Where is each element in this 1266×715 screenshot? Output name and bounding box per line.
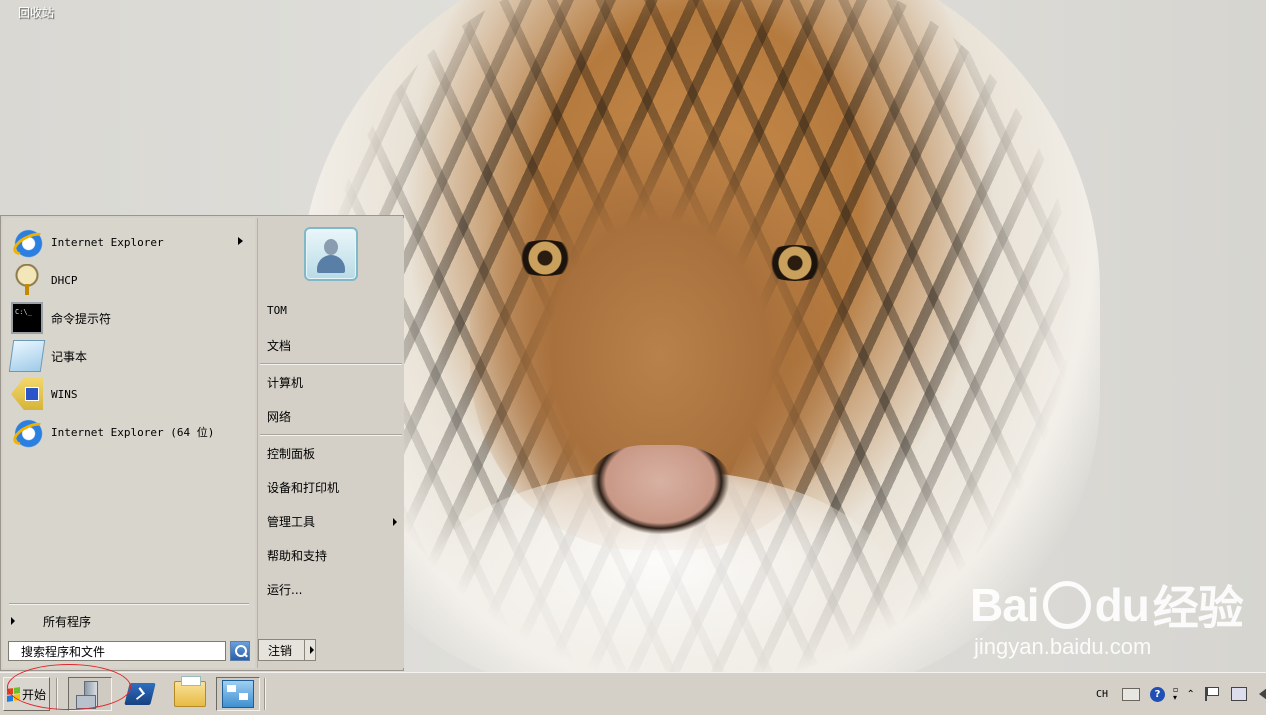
watermark-text-du: du <box>1094 579 1150 631</box>
start-menu: Internet Explorer DHCP 命令提示符 记事本 WINS In… <box>0 215 404 671</box>
places-divider <box>260 434 402 436</box>
submenu-arrow-icon <box>393 518 397 526</box>
devices-printers-link[interactable]: 设备和打印机 <box>267 479 339 496</box>
network-icon[interactable] <box>1230 687 1247 701</box>
logoff-button[interactable]: 注销 <box>258 639 316 661</box>
start-menu-programs-pane: Internet Explorer DHCP 命令提示符 记事本 WINS In… <box>3 218 255 668</box>
program-label: Internet Explorer (64 位) <box>51 426 215 439</box>
program-item-dhcp[interactable]: DHCP <box>11 263 247 297</box>
control-panel-icon <box>222 680 254 708</box>
network-link[interactable]: 网络 <box>267 408 291 425</box>
expand-arrow-icon <box>11 617 15 625</box>
powershell-icon <box>124 683 156 705</box>
program-label: 命令提示符 <box>51 311 112 326</box>
submenu-arrow-icon <box>238 237 243 245</box>
taskbar-powershell[interactable] <box>118 677 162 711</box>
wallpaper-eye-right <box>760 245 830 281</box>
wins-icon <box>11 378 43 410</box>
start-button[interactable]: 开始 <box>3 677 50 711</box>
control-panel-link[interactable]: 控制面板 <box>267 445 315 462</box>
user-folder-link[interactable]: TOM <box>267 304 287 317</box>
computer-link[interactable]: 计算机 <box>267 374 303 391</box>
explorer-folder-icon <box>174 676 206 707</box>
program-item-command-prompt[interactable]: 命令提示符 <box>11 301 247 335</box>
command-prompt-icon <box>11 302 43 334</box>
search-icon[interactable] <box>230 641 250 661</box>
documents-link[interactable]: 文档 <box>267 337 291 354</box>
taskbar-explorer[interactable] <box>168 676 212 711</box>
help-icon[interactable]: ? <box>1150 686 1166 702</box>
recycle-bin-label[interactable]: 回收站 <box>18 4 54 21</box>
user-avatar[interactable] <box>304 227 358 281</box>
keyboard-icon[interactable] <box>1122 687 1141 701</box>
programs-divider <box>9 603 249 605</box>
language-indicator[interactable]: CH <box>1088 689 1116 700</box>
program-label: WINS <box>51 387 78 401</box>
taskbar-divider <box>264 678 266 710</box>
run-link[interactable]: 运行... <box>267 581 302 598</box>
taskbar-control-panel[interactable] <box>216 677 260 711</box>
shutdown-options-arrow-icon[interactable] <box>310 646 314 654</box>
paw-icon <box>1042 581 1091 629</box>
watermark-text-bai: Bai <box>970 579 1040 631</box>
program-item-notepad[interactable]: 记事本 <box>8 339 247 373</box>
program-item-internet-explorer[interactable]: Internet Explorer <box>11 225 247 259</box>
all-programs-button[interactable]: 所有程序 <box>11 610 91 632</box>
ie-icon <box>11 416 43 448</box>
volume-icon[interactable] <box>1258 688 1266 700</box>
program-label: Internet Explorer <box>51 235 164 249</box>
windows-logo-icon <box>7 686 20 702</box>
show-hidden-icons-icon[interactable]: ⌃ <box>1186 689 1194 700</box>
language-options-icon[interactable]: ▫ ▾ <box>1173 686 1178 702</box>
program-label: DHCP <box>51 273 78 287</box>
program-label: 记事本 <box>51 349 88 364</box>
notepad-icon <box>8 340 46 372</box>
baidu-watermark: Bai du 经验 jingyan.baidu.com <box>970 572 1244 660</box>
system-tray: CH ? ▫ ▾ ⌃ <box>1088 677 1266 711</box>
watermark-text-jingyan: 经验 <box>1152 582 1244 634</box>
action-center-flag-icon[interactable] <box>1204 687 1219 701</box>
watermark-logo: Bai du 经验 <box>970 572 1244 638</box>
logoff-label: 注销 <box>259 640 305 660</box>
all-programs-label: 所有程序 <box>43 614 92 629</box>
help-support-link[interactable]: 帮助和支持 <box>267 547 327 564</box>
admin-tools-link[interactable]: 管理工具 <box>267 513 315 530</box>
places-divider <box>260 363 402 365</box>
taskbar-divider <box>56 678 58 710</box>
program-item-internet-explorer-64[interactable]: Internet Explorer (64 位) <box>11 415 247 449</box>
wallpaper-eye-left <box>510 240 580 276</box>
taskbar-server-manager[interactable] <box>68 677 112 711</box>
dhcp-icon <box>11 264 43 296</box>
search-input[interactable]: 搜索程序和文件 <box>8 641 226 661</box>
ie-icon <box>11 226 43 258</box>
program-item-wins[interactable]: WINS <box>11 377 247 411</box>
wallpaper-nose <box>590 445 730 535</box>
start-menu-places-pane: TOM 文档 计算机 网络 控制面板 设备和打印机 管理工具 帮助和支持 运行.… <box>257 218 404 668</box>
start-label: 开始 <box>22 687 47 702</box>
taskbar: 开始 CH ? ▫ ▾ ⌃ <box>0 672 1266 715</box>
server-manager-icon <box>74 679 106 709</box>
